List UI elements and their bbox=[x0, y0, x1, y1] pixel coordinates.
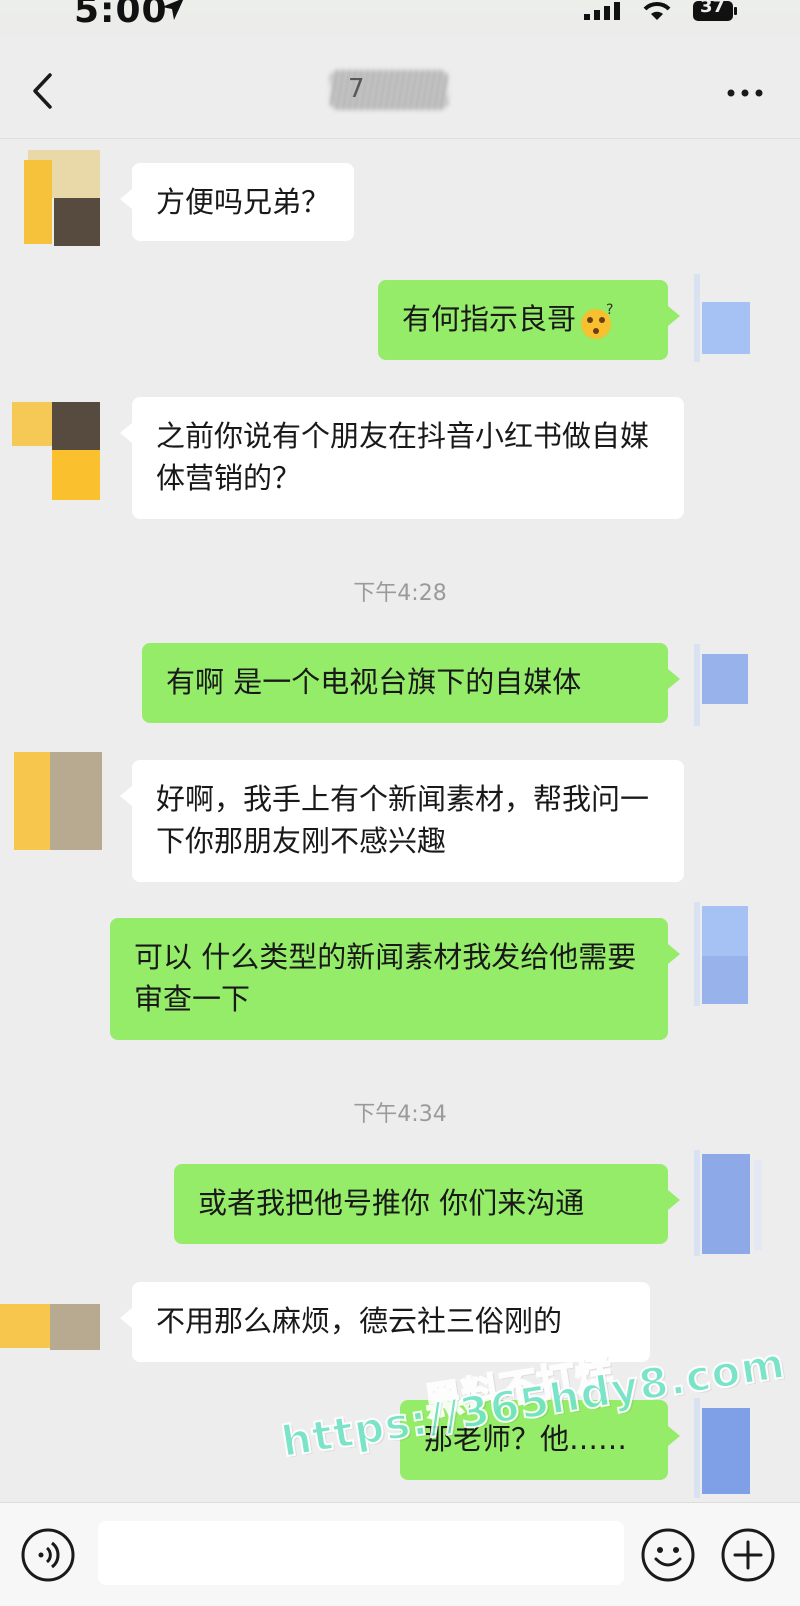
avatar[interactable] bbox=[24, 150, 100, 246]
avatar[interactable] bbox=[14, 752, 102, 850]
voice-icon[interactable] bbox=[20, 1527, 76, 1583]
title-redaction bbox=[330, 70, 448, 110]
message-bubble-incoming[interactable]: 不用那么麻烦，德云社三俗刚的 bbox=[120, 1282, 650, 1362]
message-text: 那老师？他…… bbox=[424, 1422, 628, 1456]
message-text: 好啊，我手上有个新闻素材，帮我问一下你那朋友刚不感兴趣 bbox=[156, 782, 650, 858]
plus-icon[interactable] bbox=[720, 1527, 776, 1583]
message-text: 或者我把他号推你 你们来沟通 bbox=[198, 1186, 585, 1220]
self-avatar[interactable] bbox=[694, 1150, 764, 1256]
message-text: 方便吗兄弟？ bbox=[156, 185, 331, 219]
self-avatar[interactable] bbox=[694, 644, 752, 726]
location-arrow-icon bbox=[162, 0, 184, 20]
input-bar bbox=[0, 1502, 800, 1606]
avatar[interactable] bbox=[0, 1300, 102, 1354]
message-text: 有何指示良哥 bbox=[402, 302, 577, 336]
message-bubble-outgoing[interactable]: 有啊 是一个电视台旗下的自媒体 bbox=[142, 643, 680, 723]
battery-level: 37 bbox=[700, 0, 726, 17]
message-bubble-outgoing[interactable]: 有何指示良哥 ? bbox=[378, 280, 680, 360]
message-bubble-incoming[interactable]: 方便吗兄弟？ bbox=[119, 163, 355, 241]
chat-title: 7 bbox=[330, 68, 450, 112]
thinking-face-emoji-icon: ? bbox=[581, 302, 613, 339]
message-text: 不用那么麻烦，德云社三俗刚的 bbox=[156, 1304, 563, 1338]
back-chevron-icon[interactable] bbox=[30, 72, 54, 110]
svg-text:?: ? bbox=[606, 302, 613, 318]
message-bubble-outgoing[interactable]: 可以 什么类型的新闻素材我发给他需要审查一下 bbox=[110, 918, 680, 1040]
self-avatar[interactable] bbox=[694, 902, 752, 1006]
wifi-icon bbox=[643, 2, 671, 20]
message-text: 可以 什么类型的新闻素材我发给他需要审查一下 bbox=[134, 940, 637, 1016]
message-text: 有啊 是一个电视台旗下的自媒体 bbox=[166, 665, 582, 699]
message-timestamp: 下午4:34 bbox=[353, 1102, 447, 1127]
more-icon[interactable] bbox=[726, 88, 764, 98]
chat-header: 7 bbox=[0, 38, 800, 139]
status-bar: 5:00 37 bbox=[0, 0, 800, 38]
message-bubble-outgoing[interactable]: 或者我把他号推你 你们来沟通 bbox=[174, 1164, 680, 1244]
self-avatar[interactable] bbox=[694, 1398, 752, 1498]
message-timestamp: 下午4:28 bbox=[353, 581, 447, 606]
emoji-icon[interactable] bbox=[640, 1527, 696, 1583]
message-input[interactable] bbox=[98, 1521, 624, 1585]
avatar[interactable] bbox=[12, 402, 100, 502]
self-avatar[interactable] bbox=[694, 274, 752, 362]
message-bubble-incoming[interactable]: 好啊，我手上有个新闻素材，帮我问一下你那朋友刚不感兴趣 bbox=[120, 760, 684, 882]
signal-icon bbox=[584, 2, 620, 20]
status-time: 5:00 bbox=[74, 0, 168, 31]
message-bubble-incoming[interactable]: 之前你说有个朋友在抖音小红书做自媒体营销的？ bbox=[120, 397, 684, 519]
message-text: 之前你说有个朋友在抖音小红书做自媒体营销的？ bbox=[156, 419, 650, 495]
message-bubble-outgoing[interactable]: 那老师？他…… bbox=[400, 1400, 680, 1480]
